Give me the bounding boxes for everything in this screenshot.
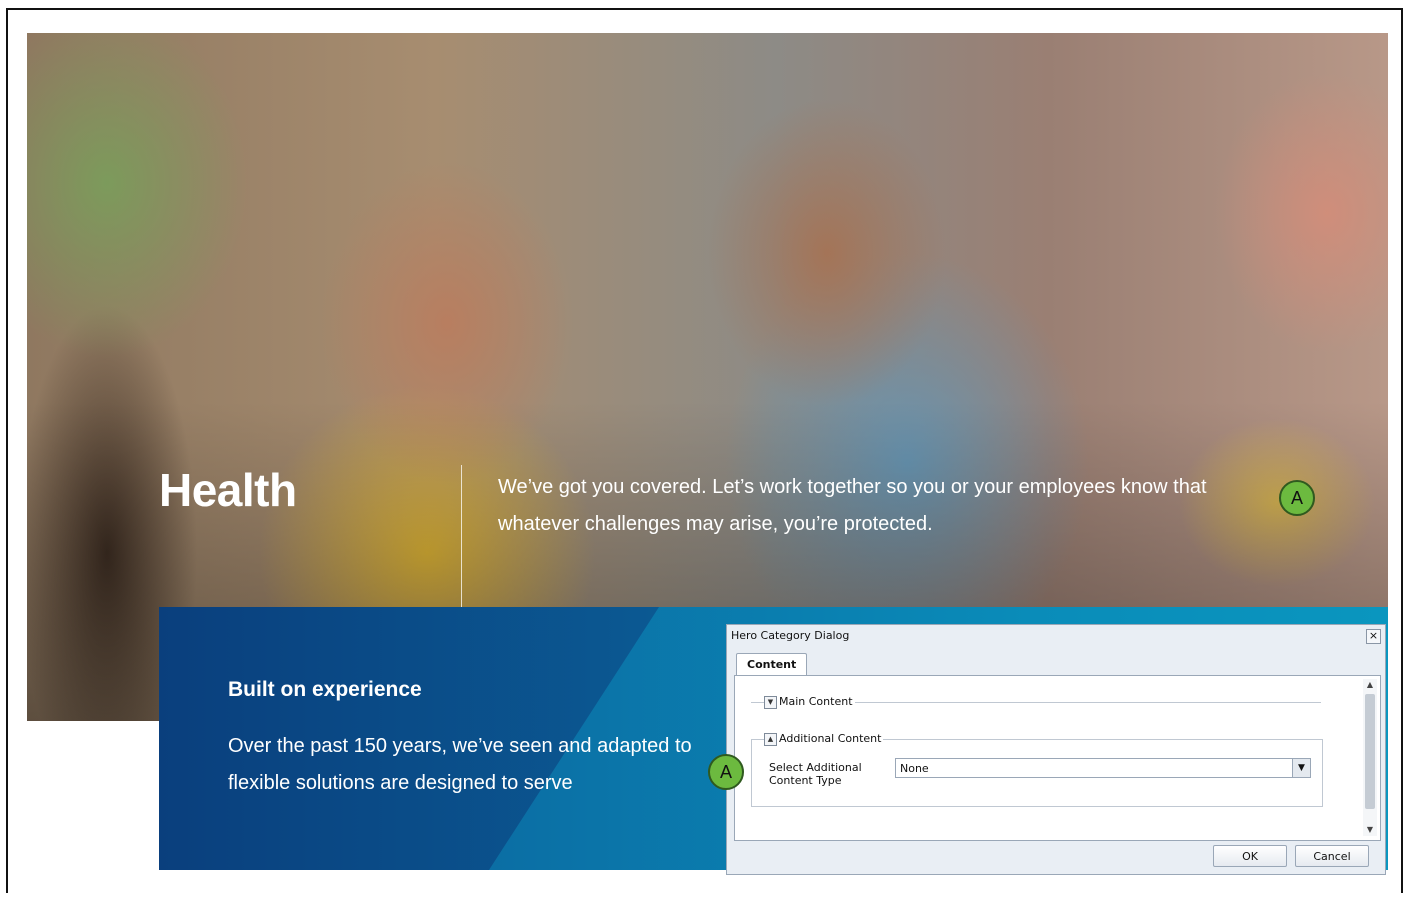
scroll-down-icon[interactable]: ▼	[1363, 824, 1377, 836]
main-content-legend: Main Content	[777, 695, 855, 708]
dropdown-arrow-icon[interactable]: ▼	[1292, 759, 1310, 777]
callout-marker-a-dialog: A	[708, 754, 744, 790]
close-icon[interactable]: ×	[1366, 629, 1381, 644]
hero-description: We’ve got you covered. Let’s work togeth…	[498, 476, 1207, 535]
ok-button[interactable]: OK	[1213, 845, 1287, 867]
scroll-up-icon[interactable]: ▲	[1363, 679, 1377, 691]
content-type-value: None	[900, 762, 929, 775]
panel-text: Over the past 150 years, we’ve seen and …	[228, 735, 692, 794]
scroll-thumb[interactable]	[1365, 694, 1375, 809]
content-type-select[interactable]: None ▼	[895, 758, 1311, 778]
callout-marker-a: A	[1279, 480, 1315, 516]
hero-divider	[461, 465, 462, 615]
dialog-title: Hero Category Dialog	[731, 629, 850, 642]
dialog-scrollbar[interactable]: ▲ ▼	[1363, 679, 1377, 836]
select-content-type-label: Select Additional Content Type	[769, 761, 862, 787]
panel-title: Built on experience	[228, 678, 422, 701]
expand-icon[interactable]: ▼	[764, 696, 777, 709]
cancel-button[interactable]: Cancel	[1295, 845, 1369, 867]
tab-content[interactable]: Content	[736, 653, 808, 676]
dialog-content-panel: ▼ Main Content ▲ Additional Content Sele…	[734, 675, 1381, 841]
hero-title: Health	[159, 464, 297, 516]
additional-content-legend: Additional Content	[777, 732, 884, 745]
collapse-icon[interactable]: ▲	[764, 733, 777, 746]
hero-category-dialog: Hero Category Dialog × Content ▼ Main Co…	[726, 624, 1386, 875]
